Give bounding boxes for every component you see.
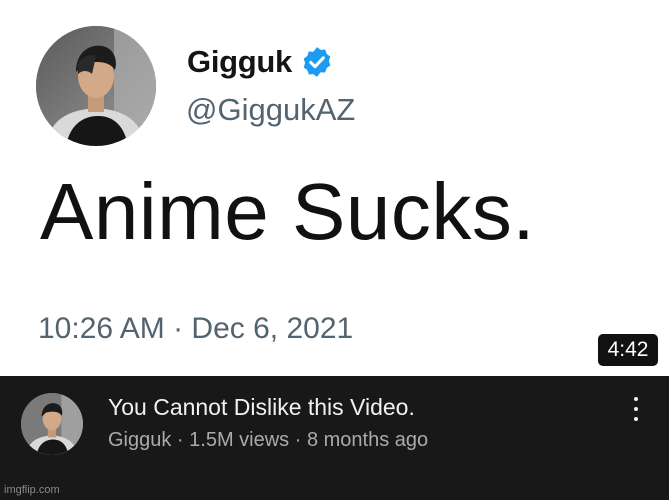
video-thumbnail[interactable]: Gigguk @GiggukAZ Anime Sucks. 10:26 AM ·…: [0, 0, 669, 376]
watermark: imgflip.com: [4, 484, 60, 496]
tweet-handle: @GiggukAZ: [186, 92, 356, 127]
more-dot: [634, 417, 638, 421]
more-vertical-icon[interactable]: [626, 394, 646, 424]
tweet-text: Anime Sucks.: [40, 167, 536, 256]
verified-badge-icon: [303, 47, 331, 77]
video-duration-badge: 4:42: [598, 334, 658, 366]
channel-person-photo: [21, 393, 83, 455]
video-metadata: Gigguk · 1.5M views · 8 months ago: [108, 429, 429, 451]
tweet-timestamp: 10:26 AM · Dec 6, 2021: [38, 312, 354, 345]
tweet-avatar: [36, 26, 156, 146]
video-title[interactable]: You Cannot Dislike this Video.: [108, 394, 415, 421]
person-photo: [36, 26, 156, 146]
tweet-author: Gigguk: [187, 40, 334, 84]
more-dot: [634, 397, 638, 401]
tweet-display-name: Gigguk: [187, 44, 292, 79]
more-dot: [634, 407, 638, 411]
channel-avatar[interactable]: [21, 393, 83, 455]
